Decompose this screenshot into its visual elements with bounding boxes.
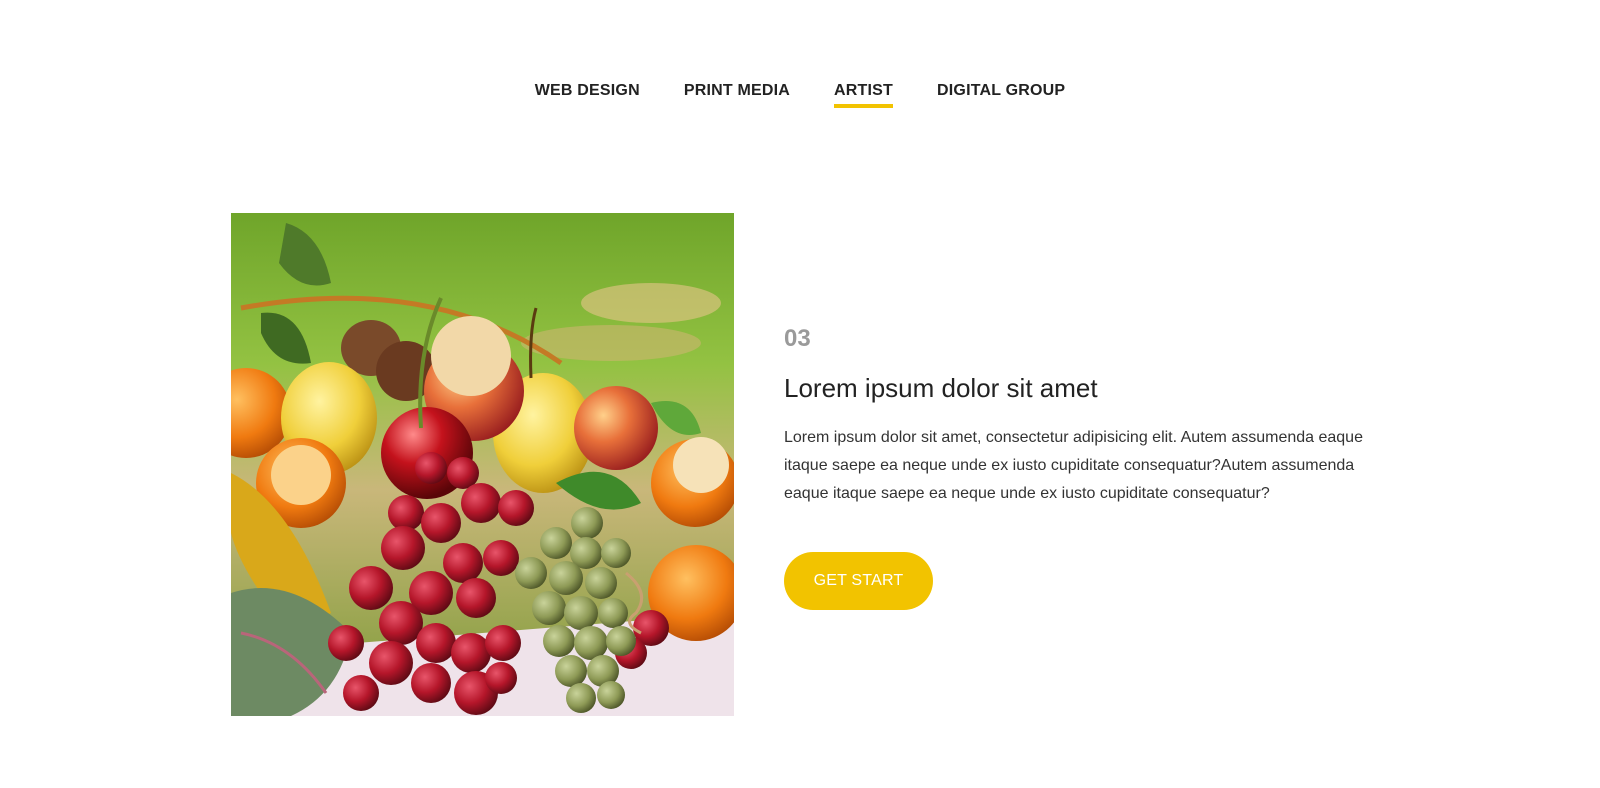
tab-digital-group[interactable]: DIGITAL GROUP: [937, 82, 1065, 108]
fruit-photo: [231, 213, 734, 716]
tab-print-media[interactable]: PRINT MEDIA: [684, 82, 790, 108]
tab-artist[interactable]: ARTIST: [834, 82, 894, 108]
item-number: 03: [784, 325, 811, 352]
feature-title: Lorem ipsum dolor sit amet: [784, 373, 1098, 403]
tab-web-design[interactable]: WEB DESIGN: [535, 82, 640, 108]
category-tabs: WEB DESIGN PRINT MEDIA ARTIST DIGITAL GR…: [0, 82, 1600, 108]
fruit-image-illustration: [231, 213, 734, 716]
get-start-button[interactable]: GET START: [784, 552, 933, 610]
page: WEB DESIGN PRINT MEDIA ARTIST DIGITAL GR…: [0, 0, 1600, 788]
feature-content: 03 Lorem ipsum dolor sit amet Lorem ipsu…: [784, 324, 1384, 610]
feature-description: Lorem ipsum dolor sit amet, consectetur …: [784, 429, 1363, 502]
